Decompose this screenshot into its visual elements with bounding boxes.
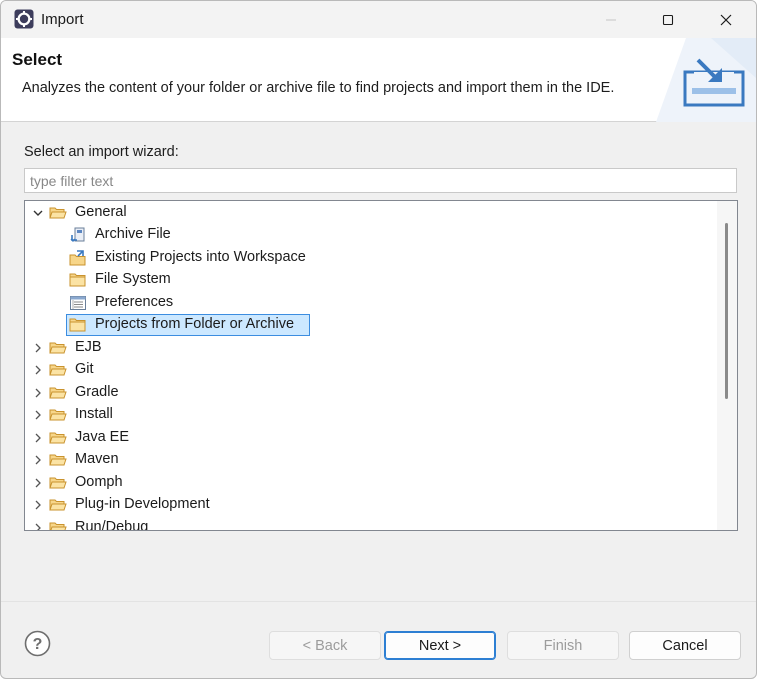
tree-item-file-system[interactable]: File System [25, 269, 715, 291]
folder-open-icon [49, 520, 67, 530]
tree-item-git[interactable]: Git [25, 359, 715, 381]
folder-open-icon [49, 340, 67, 356]
footer-divider [1, 601, 756, 602]
tree-item-archive-file[interactable]: Archive File [25, 224, 715, 246]
folder-open-icon [49, 407, 67, 423]
tree-item-label: Existing Projects into Workspace [95, 249, 306, 265]
chevron-right-icon[interactable] [32, 364, 44, 376]
wizard-label: Select an import wizard: [24, 144, 179, 160]
wizard-header: Select Analyzes the content of your fold… [1, 38, 756, 122]
chevron-right-icon[interactable] [32, 477, 44, 489]
folder-open-icon [49, 497, 67, 513]
tree-item-label: Gradle [75, 384, 119, 400]
tree-item-run-debug[interactable]: Run/Debug [25, 517, 715, 531]
chevron-right-icon[interactable] [32, 432, 44, 444]
chevron-right-icon[interactable] [32, 454, 44, 466]
wizard-tree[interactable]: General Archive File Existing Projects i… [24, 200, 738, 531]
vertical-scrollbar[interactable] [717, 201, 737, 530]
back-button[interactable]: < Back [269, 631, 381, 660]
maximize-icon [662, 14, 674, 26]
tree-item-label: Install [75, 406, 113, 422]
chevron-down-icon[interactable] [32, 207, 44, 219]
help-icon: ? [24, 630, 51, 660]
tree-item-gradle[interactable]: Gradle [25, 382, 715, 404]
tree-item-label: Archive File [95, 226, 171, 242]
tree-item-label: Git [75, 361, 94, 377]
filter-input[interactable] [24, 168, 737, 193]
tree-item-label: EJB [75, 339, 102, 355]
tree-item-install[interactable]: Install [25, 404, 715, 426]
import-tray-icon [656, 38, 756, 122]
tree-item-label: Maven [75, 451, 119, 467]
tree-item-projects-from-folder[interactable]: Projects from Folder or Archive [25, 314, 715, 336]
finish-button[interactable]: Finish [507, 631, 619, 660]
window-title: Import [41, 11, 84, 28]
tree-item-label: General [75, 204, 127, 220]
folder-open-icon [49, 205, 67, 221]
tree-item-maven[interactable]: Maven [25, 449, 715, 471]
chevron-right-icon[interactable] [32, 409, 44, 421]
help-button[interactable]: ? [24, 630, 51, 657]
folder-open-icon [49, 362, 67, 378]
page-description: Analyzes the content of your folder or a… [22, 80, 615, 96]
tree-item-oomph[interactable]: Oomph [25, 472, 715, 494]
folder-open-icon [49, 385, 67, 401]
eclipse-gear-icon [14, 9, 34, 29]
svg-text:?: ? [33, 636, 43, 653]
existing-projects-icon [69, 250, 87, 266]
tree-item-label: Java EE [75, 429, 129, 445]
page-title: Select [12, 50, 63, 69]
tree-item-label: Preferences [95, 294, 174, 310]
tree-item-preferences[interactable]: Preferences [25, 292, 715, 314]
tree-item-java-ee[interactable]: Java EE [25, 427, 715, 449]
chevron-right-icon[interactable] [32, 342, 44, 354]
tree-item-label: Projects from Folder or Archive [95, 316, 295, 332]
archive-file-icon [69, 227, 87, 243]
title-bar[interactable]: Import [1, 1, 756, 38]
maximize-button[interactable] [639, 1, 697, 38]
tree-item-label: Run/Debug [75, 519, 149, 531]
tree-item-general[interactable]: General [25, 202, 715, 224]
minimize-button[interactable] [582, 1, 640, 38]
chevron-right-icon[interactable] [32, 499, 44, 511]
tree-item-label: File System [95, 271, 171, 287]
close-icon [720, 14, 732, 26]
folder-icon [69, 317, 87, 333]
folder-open-icon [49, 475, 67, 491]
chevron-right-icon[interactable] [32, 522, 44, 530]
scrollbar-thumb[interactable] [725, 223, 728, 399]
close-button[interactable] [697, 1, 755, 38]
tree-item-existing-projects[interactable]: Existing Projects into Workspace [25, 247, 715, 269]
cancel-button[interactable]: Cancel [629, 631, 741, 660]
folder-open-icon [49, 452, 67, 468]
minimize-icon [605, 14, 617, 26]
tree-item-ejb[interactable]: EJB [25, 337, 715, 359]
next-button[interactable]: Next > [384, 631, 496, 660]
folder-icon [69, 272, 87, 288]
tree-item-plugin-development[interactable]: Plug-in Development [25, 494, 715, 516]
folder-open-icon [49, 430, 67, 446]
chevron-right-icon[interactable] [32, 387, 44, 399]
preferences-icon [69, 295, 87, 311]
import-dialog: Import Select Analyzes the content of yo… [0, 0, 757, 679]
tree-item-label: Oomph [75, 474, 123, 490]
tree-item-label: Plug-in Development [75, 496, 210, 512]
